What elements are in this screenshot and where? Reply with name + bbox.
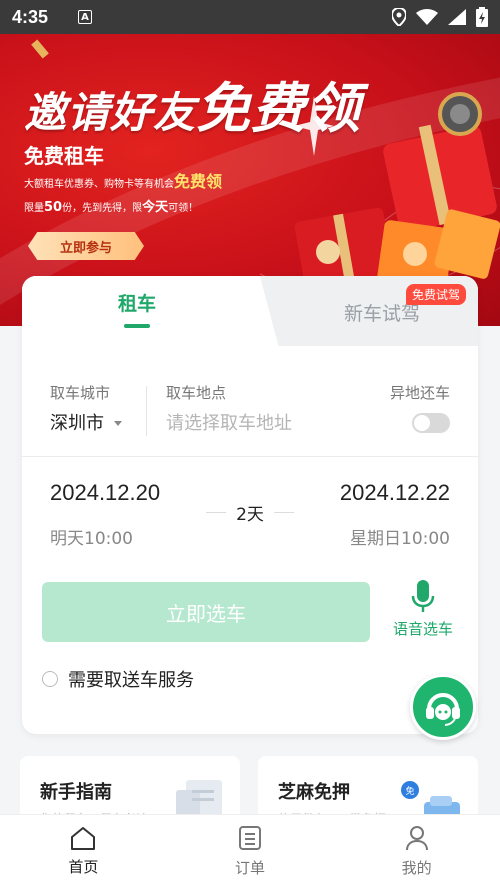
zhima-title: 芝麻免押: [278, 782, 350, 803]
order-icon: [239, 826, 261, 850]
return-other-label: 异地还车: [389, 384, 450, 402]
pickup-datetime[interactable]: 2024.12.20 明天10:00: [50, 480, 160, 549]
booking-tabs: 新车试驾 免费试驾 租车: [22, 276, 478, 346]
svg-text:免: 免: [405, 785, 414, 797]
profile-icon: [405, 826, 428, 851]
return-other-toggle[interactable]: [412, 413, 450, 433]
nav-orders-label: 订单: [235, 859, 266, 877]
tab-rent-label: 租车: [117, 292, 156, 315]
home-icon: [71, 827, 96, 850]
pickup-delivery-radio[interactable]: [42, 671, 58, 687]
pickup-delivery-option[interactable]: 需要取送车服务: [42, 666, 194, 692]
start-date: 2024.12.20: [50, 480, 161, 505]
pickup-address-placeholder: 请选择取车地址: [166, 413, 292, 434]
free-test-drive-badge: 免费试驾: [405, 284, 466, 305]
divider: [22, 456, 478, 457]
start-time: 明天10:00: [50, 529, 133, 549]
return-datetime[interactable]: 2024.12.22 星期日10:00: [340, 480, 450, 549]
nav-home-label: 首页: [68, 858, 99, 876]
location-row: 取车城市 深圳市 取车地点 请选择取车地址 异地还车: [50, 382, 450, 442]
booking-card: 新车试驾 免费试驾 租车 取车城市 深圳市 取车地点 请选择取车地址 异地还车 …: [22, 276, 478, 734]
signal-icon: [448, 9, 466, 25]
pickup-city-selector[interactable]: 取车城市 深圳市: [50, 382, 122, 435]
voice-select-label: 语音选车: [392, 620, 453, 638]
wifi-icon: [416, 9, 438, 25]
notification-icon: A: [78, 10, 93, 24]
nav-home[interactable]: 首页: [0, 815, 167, 888]
nav-profile-label: 我的: [401, 859, 432, 877]
banner-subtitle: 免费租车: [24, 144, 104, 168]
status-time: 4:35: [12, 6, 49, 27]
pickup-address-field[interactable]: 取车地点 请选择取车地址: [166, 382, 292, 435]
pickup-city-label: 取车城市: [50, 384, 111, 402]
pickup-address-label: 取车地点: [166, 384, 227, 402]
divider: [146, 386, 147, 436]
end-date: 2024.12.22: [339, 480, 450, 505]
battery-icon: [476, 7, 488, 27]
headset-icon: [426, 693, 460, 726]
banner-line2: 大额租车优惠券、购物卡等有机会免费领: [24, 172, 223, 191]
select-car-button[interactable]: 立即选车: [42, 582, 370, 642]
microphone-icon: [411, 580, 435, 612]
pickup-delivery-label: 需要取送车服务: [68, 670, 194, 691]
banner-line3: 限量50份，先到先得，限今天可领！: [24, 200, 199, 215]
location-icon: [392, 8, 406, 26]
tab-rent[interactable]: 租车: [22, 276, 252, 346]
end-time: 星期日10:00: [350, 529, 450, 549]
return-other-location: 异地还车: [390, 382, 450, 433]
bottom-navigation: 首页 订单 我的: [0, 814, 500, 888]
pickup-city-value: 深圳市: [50, 413, 104, 434]
toggle-knob: [414, 415, 430, 431]
nav-profile[interactable]: 我的: [333, 815, 500, 888]
status-bar: 4:35 A: [0, 0, 500, 34]
tab-active-indicator: [124, 323, 150, 328]
chevron-down-icon: [114, 420, 122, 426]
beginner-guide-title: 新手指南: [40, 782, 112, 803]
join-now-button[interactable]: 立即参与: [28, 232, 144, 260]
date-row[interactable]: 2024.12.20 明天10:00 2天 2024.12.22 星期日10:0…: [50, 480, 450, 560]
voice-select-button[interactable]: 语音选车: [388, 580, 458, 639]
duration-label: 2天: [236, 505, 264, 525]
tab-new-car-test-drive[interactable]: 新车试驾 免费试驾: [259, 276, 478, 346]
customer-service-button[interactable]: [410, 674, 476, 740]
nav-orders[interactable]: 订单: [167, 815, 334, 888]
rental-duration: 2天: [206, 500, 294, 525]
